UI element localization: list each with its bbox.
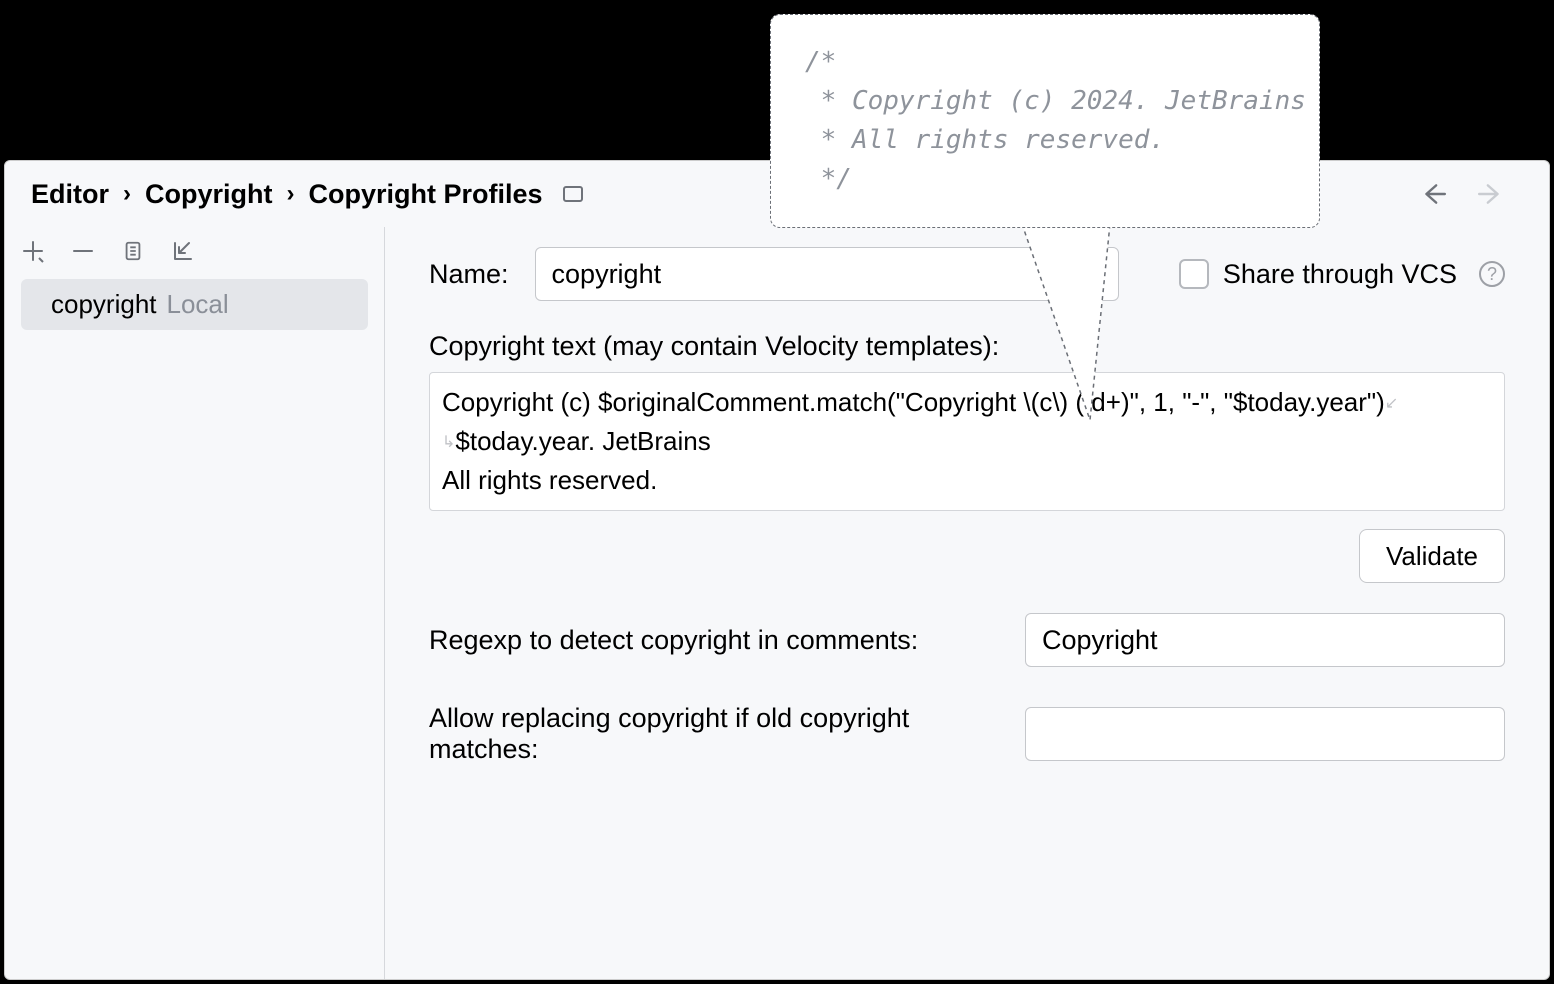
add-icon[interactable] [19, 237, 47, 265]
import-icon[interactable] [169, 237, 197, 265]
copyright-text-editor[interactable]: Copyright (c) $originalComment.match("Co… [429, 372, 1505, 511]
sidebar-toolbar [5, 227, 384, 275]
copyright-line1: Copyright (c) $originalComment.match("Co… [442, 387, 1385, 417]
window-mode-icon[interactable] [563, 186, 583, 202]
profile-form: Name: Share through VCS ? Copyright text… [385, 227, 1549, 979]
forward-arrow-icon [1477, 181, 1503, 207]
breadcrumb-editor[interactable]: Editor [31, 179, 109, 210]
replace-input[interactable] [1025, 707, 1505, 761]
back-arrow-icon[interactable] [1421, 181, 1447, 207]
help-icon[interactable]: ? [1479, 261, 1505, 287]
profile-name: copyright [51, 289, 157, 320]
copyright-text-label: Copyright text (may contain Velocity tem… [429, 331, 1505, 362]
remove-icon[interactable] [69, 237, 97, 265]
share-vcs-checkbox[interactable] [1179, 259, 1209, 289]
share-vcs-label: Share through VCS [1223, 259, 1457, 290]
replace-label: Allow replacing copyright if old copyrig… [429, 703, 1025, 765]
wrap-continuation-icon: ↳ [442, 434, 455, 451]
name-input[interactable] [535, 247, 1119, 301]
wrap-icon: ↙ [1385, 395, 1398, 412]
breadcrumb-copyright[interactable]: Copyright [145, 179, 273, 210]
chevron-right-icon: › [123, 180, 131, 208]
copyright-line3: All rights reserved. [442, 465, 657, 495]
chevron-right-icon: › [287, 180, 295, 208]
validate-button[interactable]: Validate [1359, 529, 1505, 583]
settings-window: Editor › Copyright › Copyright Profiles [4, 160, 1550, 980]
profiles-sidebar: copyright Local [5, 227, 385, 979]
profile-item-copyright[interactable]: copyright Local [21, 279, 368, 330]
copy-icon[interactable] [119, 237, 147, 265]
regexp-input[interactable] [1025, 613, 1505, 667]
name-label: Name: [429, 259, 509, 290]
copyright-line2: $today.year. JetBrains [455, 426, 710, 456]
regexp-label: Regexp to detect copyright in comments: [429, 625, 1025, 656]
preview-tooltip: /* * Copyright (c) 2024. JetBrains * All… [770, 14, 1320, 228]
breadcrumb-copyright-profiles[interactable]: Copyright Profiles [309, 179, 543, 210]
profile-scope: Local [167, 289, 229, 320]
